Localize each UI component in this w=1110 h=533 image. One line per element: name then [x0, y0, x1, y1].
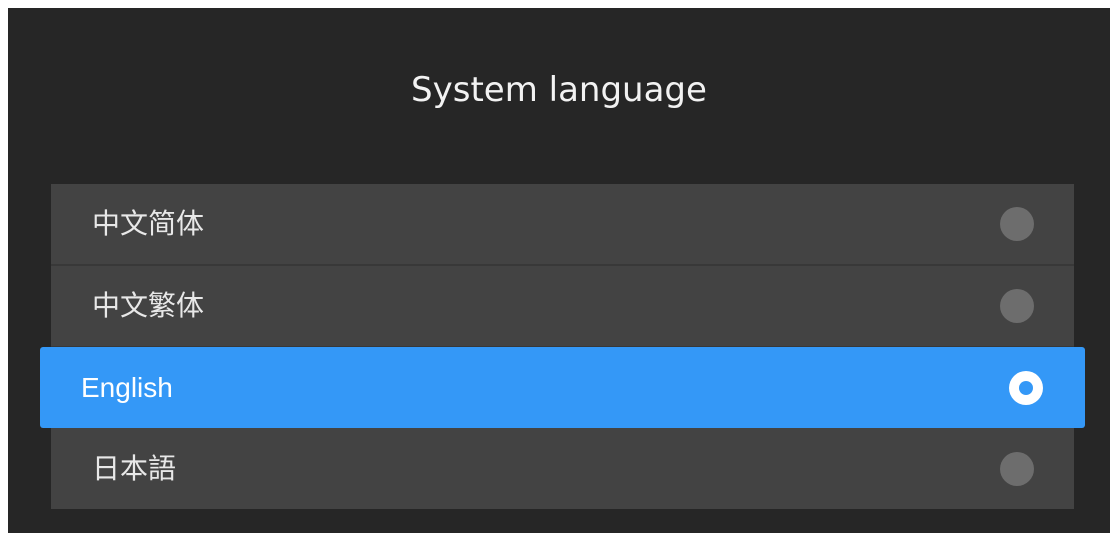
- radio-unselected-icon[interactable]: [1000, 289, 1034, 323]
- radio-unselected-icon[interactable]: [1000, 207, 1034, 241]
- language-option-zh-hans[interactable]: 中文简体: [51, 184, 1074, 266]
- radio-selected-icon[interactable]: [1009, 370, 1043, 405]
- language-list: 中文简体 中文繁体 日本語 English: [8, 8, 1110, 533]
- language-option-label: English: [81, 371, 173, 403]
- radio-unselected-icon[interactable]: [1000, 451, 1034, 486]
- radio-dot: [1019, 380, 1033, 395]
- language-option-zh-hant[interactable]: 中文繁体: [51, 266, 1074, 348]
- language-option-ja[interactable]: 日本語: [51, 428, 1074, 509]
- language-option-label: 中文简体: [92, 207, 205, 240]
- language-settings-screen: System language 中文简体 中文繁体 日本語 English: [8, 8, 1110, 533]
- language-option-label: 日本語: [92, 451, 177, 485]
- language-option-label: 中文繁体: [92, 289, 205, 322]
- language-option-en[interactable]: English: [40, 347, 1085, 428]
